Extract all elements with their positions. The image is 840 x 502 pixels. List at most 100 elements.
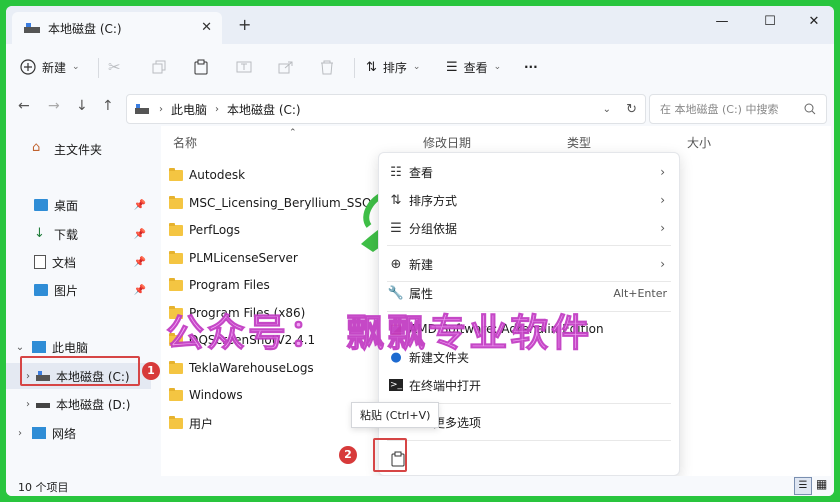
network-icon — [32, 427, 46, 439]
pin-icon[interactable]: 📌 — [134, 285, 146, 296]
sidebar-item-pictures[interactable]: 图片 📌 — [6, 277, 156, 303]
menu-divider — [387, 440, 671, 441]
column-header-type[interactable]: 类型 — [567, 134, 591, 151]
highlight-box-paste — [373, 438, 407, 472]
menu-item-new[interactable]: ⊕ 新建 › — [379, 250, 679, 278]
folder-icon — [169, 222, 183, 236]
sidebar-item-drive-d[interactable]: › 本地磁盘 (D:) — [6, 391, 156, 417]
wrench-icon: 🔧 — [387, 285, 405, 301]
copy-icon — [152, 60, 166, 74]
file-row[interactable]: MSC_Licensing_Beryllium_SSQ — [169, 191, 371, 215]
home-icon: ⌂ — [32, 140, 41, 155]
share-button[interactable] — [278, 54, 294, 80]
file-row[interactable]: Windows — [169, 383, 243, 407]
paste-button[interactable] — [194, 54, 208, 80]
scissors-icon: ✂ — [108, 58, 121, 76]
step-badge-1: 1 — [142, 362, 160, 380]
highlight-box-drive-c — [20, 356, 140, 386]
view-icon: ☷ — [390, 164, 402, 180]
pc-icon — [135, 104, 149, 114]
drive-icon — [24, 23, 40, 33]
column-header-size[interactable]: 大小 — [687, 134, 711, 151]
menu-item-sort[interactable]: ⇅ 排序方式 › — [379, 186, 679, 214]
tab-title: 本地磁盘 (C:) — [48, 21, 122, 36]
pin-icon[interactable]: 📌 — [134, 257, 146, 268]
clipboard-icon — [194, 59, 208, 75]
address-bar[interactable]: › 此电脑 › 本地磁盘 (C:) ⌄ ↻ — [126, 94, 646, 124]
folder-icon — [169, 360, 183, 374]
chevron-right-icon: › — [660, 257, 665, 271]
rename-button[interactable] — [236, 54, 252, 80]
refresh-icon[interactable]: ↻ — [626, 102, 637, 117]
menu-item-terminal[interactable]: >_ 在终端中打开 — [379, 371, 679, 399]
file-row[interactable]: PerfLogs — [169, 218, 240, 242]
tiles-view-icon[interactable]: ▦ — [816, 477, 827, 491]
down-arrow-icon[interactable]: ↓ — [76, 98, 88, 114]
explorer-window: 本地磁盘 (C:) ✕ + — ☐ ✕ 新建 ⌄ ✂ ⇅ 排序 ⌄ ☰ 查看 ⌄ — [6, 6, 834, 496]
watermark-text: 公众号： 飘飘专业软件 — [165, 311, 593, 356]
sidebar-item-network[interactable]: › 网络 — [6, 420, 156, 446]
cut-button[interactable]: ✂ — [108, 54, 121, 80]
chevron-right-icon[interactable]: › — [12, 428, 28, 439]
sort-icon: ⇅ — [390, 192, 402, 208]
sort-caret-icon: ⌃ — [289, 128, 297, 138]
sidebar-item-desktop[interactable]: 桌面 📌 — [6, 192, 156, 218]
chevron-right-icon[interactable]: › — [20, 399, 36, 410]
back-arrow-icon[interactable]: ← — [18, 98, 30, 114]
view-button[interactable]: ☰ 查看 ⌄ — [446, 54, 501, 80]
plus-circle-icon — [20, 59, 36, 75]
download-icon: ↓ — [34, 226, 45, 241]
item-count: 10 个项目 — [18, 481, 69, 494]
toolbar-divider — [354, 58, 355, 78]
close-tab-icon[interactable]: ✕ — [201, 20, 212, 35]
chevron-down-icon: ⌄ — [72, 62, 80, 72]
sidebar-item-documents[interactable]: 文档 📌 — [6, 249, 156, 275]
menu-item-view[interactable]: ☷ 查看 › — [379, 158, 679, 186]
file-row[interactable]: 用户 — [169, 411, 213, 435]
file-row[interactable]: Autodesk — [169, 163, 245, 187]
folder-icon — [169, 167, 183, 181]
more-button[interactable]: ··· — [524, 54, 538, 80]
maximize-button[interactable]: ☐ — [748, 10, 792, 34]
breadcrumb-drive-c[interactable]: 本地磁盘 (C:) — [227, 101, 301, 118]
minimize-button[interactable]: — — [700, 10, 744, 34]
chevron-down-icon[interactable]: ⌄ — [12, 342, 28, 353]
share-icon — [278, 61, 293, 74]
file-row[interactable]: PLMLicenseServer — [169, 246, 298, 270]
navigation-pane: ⌂ 主文件夹 桌面 📌 ↓ 下载 📌 文档 📌 图片 📌 ⌄ 此电脑 › 本地磁… — [6, 126, 156, 476]
search-input[interactable]: 在 本地磁盘 (C:) 中搜索 — [649, 94, 827, 124]
properties-shortcut: Alt+Enter — [613, 286, 667, 300]
chevron-right-icon: › — [660, 193, 665, 207]
breadcrumb-this-pc[interactable]: 此电脑 — [171, 101, 207, 118]
delete-button[interactable] — [320, 54, 334, 80]
folder-icon — [169, 250, 183, 264]
folder-icon — [169, 415, 183, 429]
sort-button[interactable]: ⇅ 排序 ⌄ — [366, 54, 420, 80]
folder-icon — [169, 277, 183, 291]
forward-arrow-icon[interactable]: → — [48, 98, 60, 114]
copy-button[interactable] — [152, 54, 166, 80]
file-row[interactable]: Program Files — [169, 273, 270, 297]
chevron-down-icon[interactable]: ⌄ — [603, 104, 611, 115]
sidebar-item-downloads[interactable]: ↓ 下载 📌 — [6, 221, 156, 247]
desktop-icon — [34, 199, 48, 211]
new-tab-button[interactable]: + — [238, 15, 251, 34]
command-bar: 新建 ⌄ ✂ ⇅ 排序 ⌄ ☰ 查看 ⌄ ··· — [6, 44, 834, 91]
pin-icon[interactable]: 📌 — [134, 200, 146, 211]
tab-drive-c[interactable]: 本地磁盘 (C:) ✕ — [12, 12, 222, 44]
menu-item-group[interactable]: ☰ 分组依据 › — [379, 214, 679, 242]
details-view-icon[interactable]: ☰ — [794, 477, 812, 495]
up-arrow-icon[interactable]: ↑ — [102, 98, 114, 114]
file-row[interactable]: TeklaWarehouseLogs — [169, 356, 314, 380]
new-button[interactable]: 新建 ⌄ — [20, 54, 80, 80]
close-button[interactable]: ✕ — [792, 10, 834, 34]
terminal-icon: >_ — [389, 379, 403, 391]
pin-icon[interactable]: 📌 — [134, 229, 146, 240]
column-header-name[interactable]: 名称 — [173, 134, 197, 151]
column-header-date[interactable]: 修改日期 — [423, 134, 471, 151]
status-bar: 10 个项目 ☰ ▦ — [6, 476, 834, 496]
sidebar-item-home[interactable]: ⌂ 主文件夹 — [6, 136, 156, 162]
chevron-right-icon: › — [215, 103, 220, 115]
chevron-down-icon: ⌄ — [412, 62, 421, 72]
drive-icon — [36, 403, 50, 408]
